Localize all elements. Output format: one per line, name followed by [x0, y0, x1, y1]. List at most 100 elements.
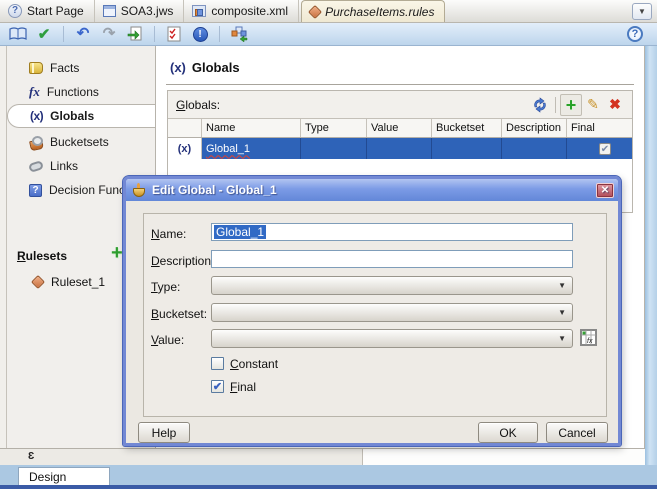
expression-builder-icon: fx: [581, 330, 596, 345]
tab-label: Start Page: [27, 4, 84, 18]
globals-panel-header: Globals: + ✎ ✖: [168, 91, 632, 119]
column-header-final[interactable]: Final: [567, 119, 632, 137]
edit-global-dialog: Edit Global - Global_1 ✕ Name: Global_1 …: [122, 175, 622, 447]
validate-button[interactable]: ✔: [34, 25, 54, 44]
column-header-type[interactable]: Type: [301, 119, 367, 137]
cancel-button[interactable]: Cancel: [546, 422, 608, 443]
toolbar-separator: [63, 26, 64, 42]
check-icon: ✔: [212, 381, 223, 393]
pencil-icon: ✎: [587, 96, 599, 112]
tab-start-page[interactable]: ? Start Page: [0, 0, 95, 22]
page-title: (x) Globals: [170, 60, 240, 75]
chevron-down-icon: ▼: [558, 281, 566, 290]
sidebar-item-bucketsets[interactable]: Bucketsets: [7, 130, 155, 154]
tab-soa3-jws[interactable]: SOA3.jws: [95, 0, 185, 22]
redo-icon: ↷: [102, 25, 116, 42]
rulesets-header: Rulesets: [17, 249, 68, 263]
bucketset-dropdown[interactable]: ▼: [211, 303, 573, 322]
type-label: Type:: [151, 280, 181, 294]
column-header-name[interactable]: Name: [202, 119, 301, 137]
type-dropdown[interactable]: ▼: [211, 276, 573, 295]
sidebar-item-globals[interactable]: (x) Globals: [7, 104, 155, 128]
sidebar-item-links[interactable]: Links: [7, 154, 155, 178]
decision-functions-icon: ?: [29, 183, 42, 197]
document-tab-bar: ? Start Page SOA3.jws composite.xml Purc…: [0, 0, 657, 23]
tab-purchaseitems-rules[interactable]: PurchaseItems.rules: [301, 0, 446, 22]
value-label: Value:: [151, 333, 185, 347]
checklist-icon: [167, 26, 181, 42]
import-button[interactable]: [125, 25, 145, 44]
chevron-down-icon: ▼: [558, 308, 566, 317]
expression-builder-button[interactable]: fx: [580, 329, 597, 346]
dialog-title-bar[interactable]: Edit Global - Global_1 ✕: [126, 179, 618, 201]
collapsed-panel-splitter[interactable]: [0, 46, 7, 448]
status-strip: Ɛ: [0, 448, 645, 466]
tab-overflow-button[interactable]: ▼: [632, 2, 652, 20]
dialog-title: Edit Global - Global_1: [152, 183, 277, 197]
table-row[interactable]: (x) Global_1 ✔: [168, 138, 632, 159]
final-checkbox[interactable]: ✔: [599, 142, 611, 155]
globals-x-icon: (x): [30, 109, 44, 123]
undo-button[interactable]: ↶: [73, 25, 93, 44]
exclamation-icon: !: [192, 26, 208, 42]
value-dropdown[interactable]: ▼: [211, 329, 573, 348]
cell-name[interactable]: Global_1: [202, 138, 301, 159]
editor-mode-bar: Design: [0, 465, 657, 489]
tab-design[interactable]: Design: [18, 467, 110, 486]
tab-composite-xml[interactable]: composite.xml: [184, 0, 300, 22]
bucketset-label: Bucketset:: [151, 307, 208, 321]
cell-final[interactable]: ✔: [567, 138, 632, 159]
edit-global-button[interactable]: ✎: [582, 94, 604, 116]
dictionary-button[interactable]: [8, 25, 28, 44]
description-input[interactable]: [211, 250, 573, 268]
cell-type[interactable]: [301, 138, 367, 159]
name-label: Name:: [151, 227, 187, 241]
help-button[interactable]: ?: [627, 26, 643, 42]
help-button[interactable]: Help: [138, 422, 190, 443]
add-global-button[interactable]: +: [560, 93, 582, 116]
composite-nav-button[interactable]: [229, 25, 249, 44]
table-header-row: Name Type Value Bucketset Description Fi…: [168, 119, 632, 138]
bucketsets-icon: [29, 135, 43, 149]
row-type-icon: (x): [168, 138, 202, 159]
cell-value[interactable]: [367, 138, 432, 159]
refresh-button[interactable]: [529, 94, 551, 116]
global-name-text: Global_1: [206, 142, 251, 155]
close-button[interactable]: ✕: [596, 182, 614, 198]
cell-bucketset[interactable]: [432, 138, 502, 159]
ok-button[interactable]: OK: [478, 422, 538, 443]
svg-text:fx: fx: [587, 338, 593, 345]
rules-diamond-icon: [308, 4, 323, 19]
links-icon: [27, 159, 45, 173]
page-title-text: Globals: [191, 60, 240, 75]
globals-table: Name Type Value Bucketset Description Fi…: [168, 119, 632, 159]
name-input[interactable]: Global_1: [211, 223, 573, 241]
checklist-button[interactable]: [164, 25, 184, 44]
ruleset-diamond-icon: [30, 274, 46, 290]
cell-description[interactable]: [502, 138, 567, 159]
globals-x-icon: (x): [170, 60, 186, 75]
final-checkbox[interactable]: ✔: [211, 380, 224, 393]
column-header-description[interactable]: Description: [502, 119, 567, 137]
sidebar-item-label: Globals: [50, 109, 95, 123]
add-ruleset-button[interactable]: +: [111, 242, 123, 265]
ruleset-label: Ruleset_1: [51, 275, 106, 289]
facts-book-icon: [29, 62, 43, 74]
chevron-down-icon: ▼: [558, 334, 566, 343]
column-header-bucketset[interactable]: Bucketset: [432, 119, 502, 137]
tab-label: SOA3.jws: [120, 4, 174, 18]
redo-button[interactable]: ↷: [99, 25, 119, 44]
toolbar-separator: [219, 26, 220, 42]
sidebar-item-label: Links: [50, 159, 79, 173]
log-message-button[interactable]: !: [190, 25, 210, 44]
column-header-value[interactable]: Value: [367, 119, 432, 137]
delete-global-button[interactable]: ✖: [604, 94, 626, 116]
globals-panel-label: Globals:: [176, 97, 221, 112]
application-icon: [102, 5, 116, 17]
sidebar-item-functions[interactable]: fx Functions: [7, 80, 155, 104]
plus-icon: +: [565, 94, 577, 115]
name-input-value: Global_1: [214, 225, 267, 239]
constant-checkbox[interactable]: [211, 357, 224, 370]
messages-icon: Ɛ: [28, 451, 35, 462]
sidebar-item-facts[interactable]: Facts: [7, 56, 155, 80]
